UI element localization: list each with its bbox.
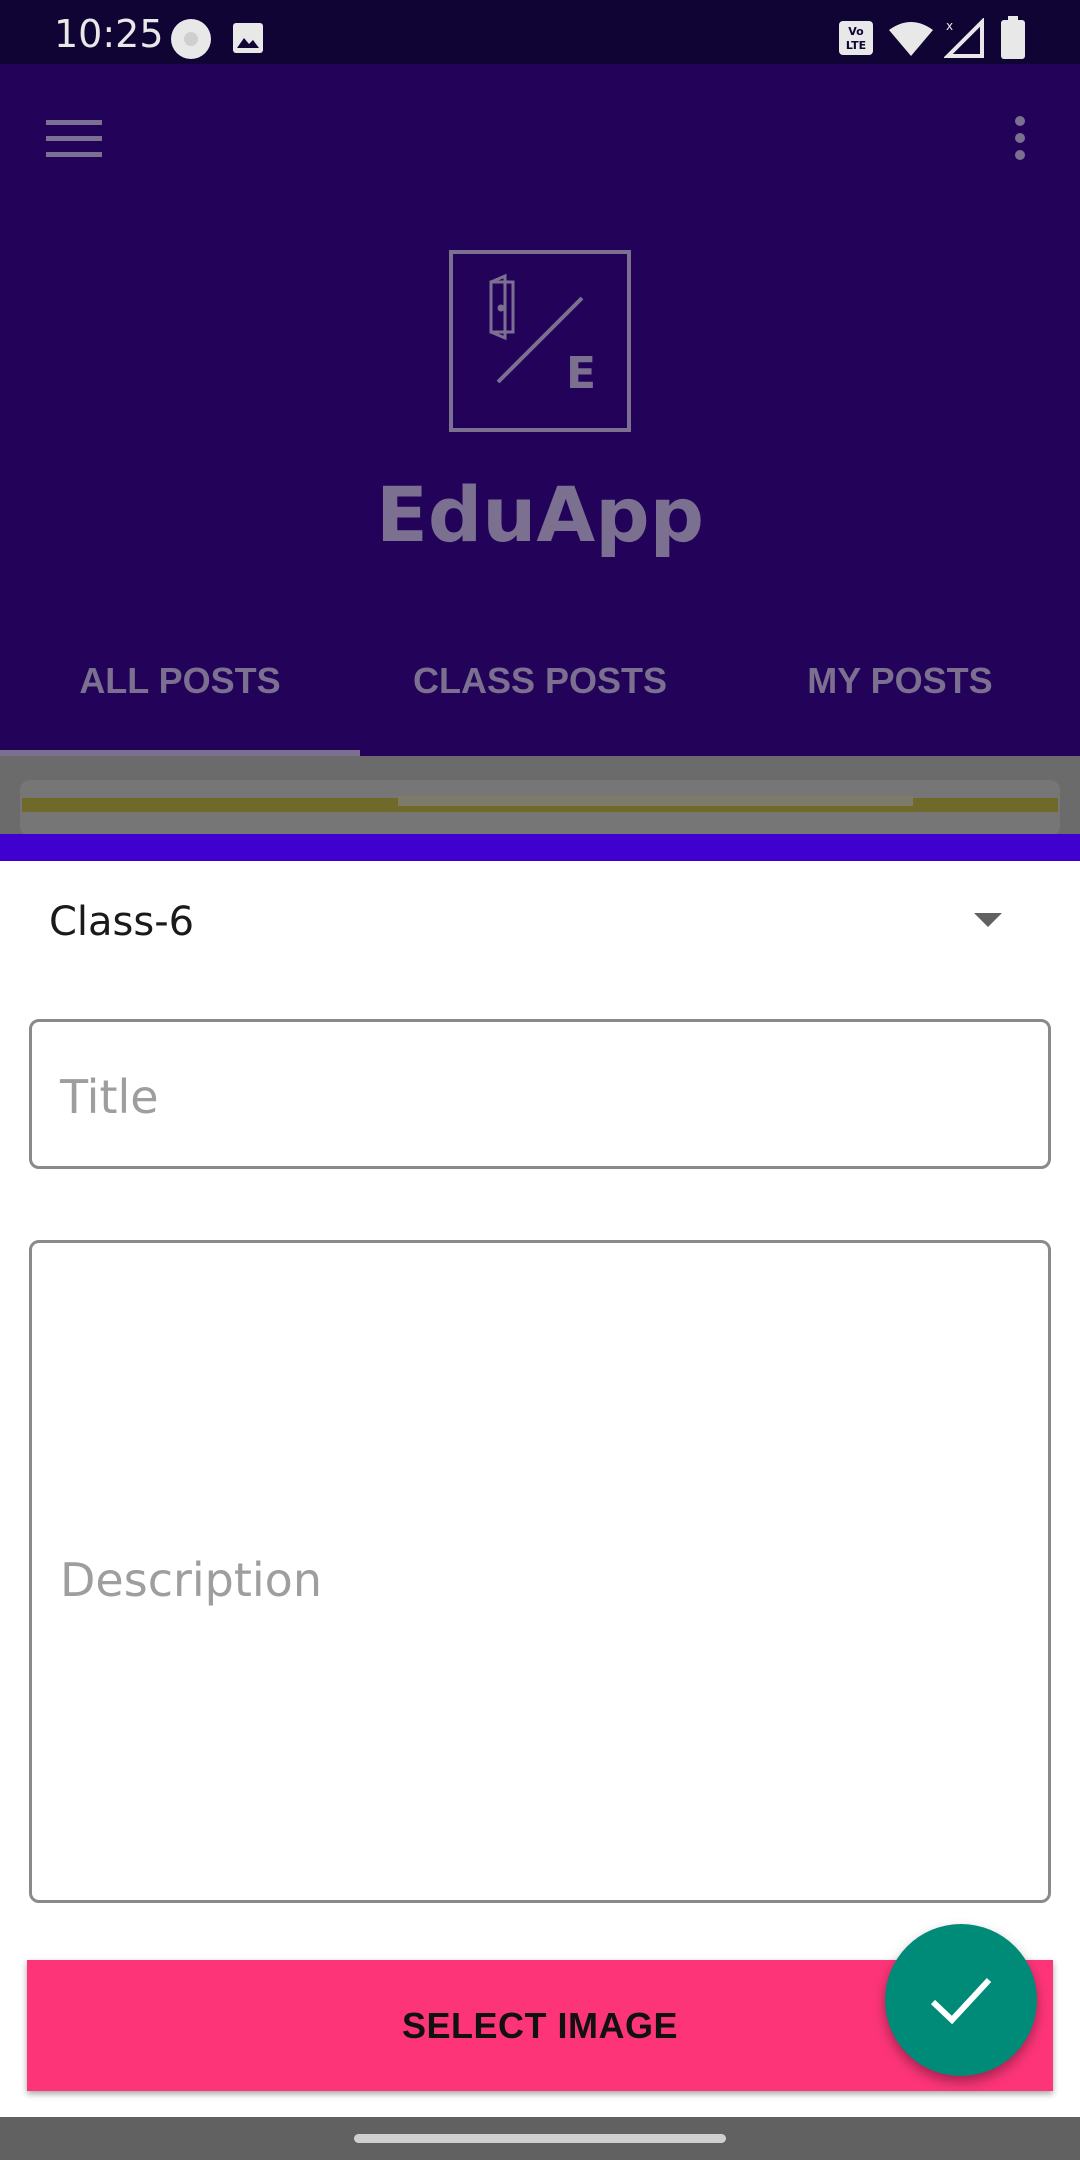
- tab-class-posts[interactable]: CLASS POSTS: [360, 640, 720, 756]
- navigation-bar: [0, 2117, 1080, 2160]
- app-title: EduApp: [375, 470, 705, 559]
- class-spinner[interactable]: Class-6: [0, 861, 1080, 981]
- home-gesture-handle[interactable]: [354, 2134, 726, 2143]
- description-placeholder: Description: [60, 1553, 322, 1607]
- volte-icon: Vo LTE: [838, 20, 874, 61]
- submit-fab[interactable]: [885, 1924, 1037, 2076]
- post-card-text: [398, 796, 913, 806]
- signal-icon: x: [943, 17, 984, 63]
- title-field[interactable]: Title: [29, 1019, 1051, 1169]
- svg-text:x: x: [946, 19, 953, 33]
- wifi-icon: [888, 20, 934, 63]
- app-logo: E: [449, 250, 631, 432]
- tab-my-posts[interactable]: MY POSTS: [720, 640, 1080, 756]
- door-icon: [489, 273, 515, 341]
- title-placeholder: Title: [60, 1070, 159, 1124]
- select-image-label: SELECT IMAGE: [401, 2004, 679, 2046]
- new-post-sheet: Class-6 Title Description SELECT IMAGE: [0, 861, 1080, 2117]
- sheet-accent-bar: [0, 834, 1080, 861]
- hamburger-menu-icon[interactable]: [46, 120, 102, 160]
- tab-all-posts[interactable]: ALL POSTS: [0, 640, 360, 756]
- description-field[interactable]: Description: [29, 1240, 1051, 1903]
- status-bar: 10:25 Vo LTE x: [0, 0, 1080, 64]
- status-time: 10:25: [54, 12, 164, 56]
- svg-text:E: E: [566, 348, 596, 399]
- gallery-icon: [232, 22, 264, 59]
- tab-bar: ALL POSTS CLASS POSTS MY POSTS: [0, 640, 1080, 756]
- svg-text:LTE: LTE: [846, 39, 866, 52]
- class-spinner-value: Class-6: [49, 899, 195, 945]
- more-vert-icon[interactable]: [1012, 116, 1028, 164]
- battery-icon: [1000, 16, 1026, 65]
- app-notification-icon: [170, 18, 212, 65]
- check-icon: [930, 1977, 992, 2025]
- dropdown-arrow-icon: [974, 913, 1002, 927]
- svg-text:Vo: Vo: [848, 25, 864, 38]
